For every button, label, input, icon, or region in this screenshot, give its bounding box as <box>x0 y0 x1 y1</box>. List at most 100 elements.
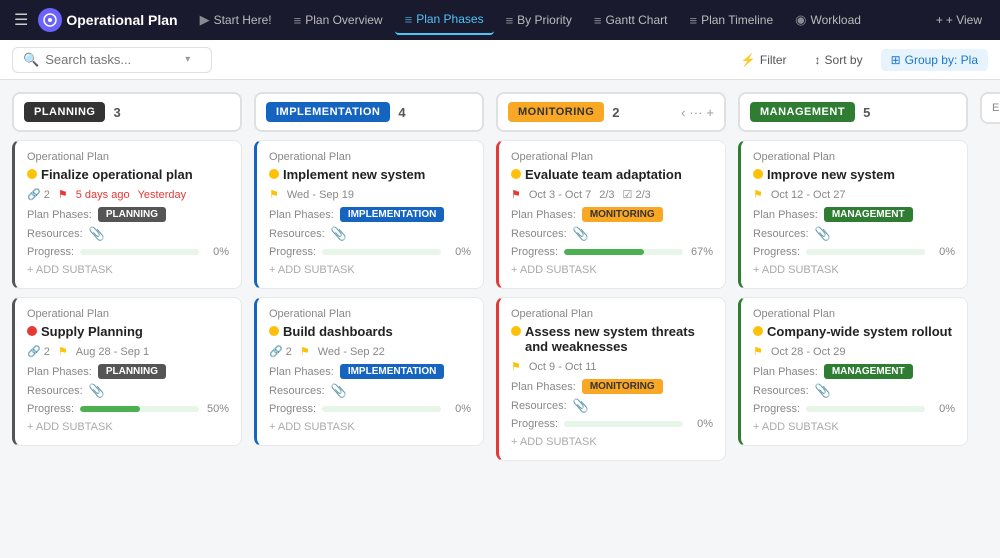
card-meta: ⚑ Oct 3 - Oct 7 2/3 ☑ 2/3 <box>511 188 713 201</box>
tab-gantt-chart[interactable]: ≡ Gantt Chart <box>584 7 678 34</box>
tab-plan-timeline[interactable]: ≡ Plan Timeline <box>679 7 783 34</box>
progress-bar-background <box>322 406 441 412</box>
card-parent-label: Operational Plan <box>269 308 471 320</box>
add-subtask-button[interactable]: + ADD SUBTASK <box>269 262 471 278</box>
column-management: MANAGEMENT5 Operational Plan Improve new… <box>738 92 968 546</box>
plan-phases-label: Plan Phases: <box>511 381 576 393</box>
task-card[interactable]: Operational Plan Implement new system ⚑ … <box>254 140 484 289</box>
ellipsis-icon[interactable]: ··· <box>689 105 702 120</box>
task-card[interactable]: Operational Plan Company-wide system rol… <box>738 297 968 446</box>
progress-label: Progress: <box>27 246 74 258</box>
progress-bar-background <box>564 249 683 255</box>
resources-label: Resources: <box>511 400 567 412</box>
task-card[interactable]: Operational Plan Supply Planning 🔗 2 ⚑ A… <box>12 297 242 446</box>
card-meta: 🔗 2 ⚑ Aug 28 - Sep 1 <box>27 345 229 358</box>
progress-bar-background <box>806 249 925 255</box>
status-dot <box>511 169 521 179</box>
progress-percent: 0% <box>689 418 713 430</box>
plan-phases-row: Plan Phases: IMPLEMENTATION <box>269 207 471 222</box>
resources-label: Resources: <box>27 385 83 397</box>
add-subtask-button[interactable]: + ADD SUBTASK <box>753 262 955 278</box>
prev-icon[interactable]: ‹ <box>681 105 685 120</box>
tab-plan-phases[interactable]: ≡ Plan Phases <box>395 6 494 35</box>
timeline-icon: ≡ <box>689 13 697 28</box>
add-subtask-button[interactable]: + ADD SUBTASK <box>27 262 229 278</box>
card-date: Oct 9 - Oct 11 <box>529 361 597 373</box>
sort-by-button[interactable]: ↕ Sort by <box>805 49 873 71</box>
task-card[interactable]: Operational Plan Assess new system threa… <box>496 297 726 461</box>
resource-attach-icon: 📎 <box>331 226 347 242</box>
card-parent-label: Operational Plan <box>27 151 229 163</box>
progress-bar-background <box>806 406 925 412</box>
progress-label: Progress: <box>511 246 558 258</box>
column-header-management: MANAGEMENT5 <box>738 92 968 132</box>
task-card[interactable]: Operational Plan Evaluate team adaptatio… <box>496 140 726 289</box>
progress-label: Progress: <box>269 246 316 258</box>
task-card[interactable]: Operational Plan Improve new system ⚑ Oc… <box>738 140 968 289</box>
card-title: Build dashboards <box>269 324 471 339</box>
add-subtask-button[interactable]: + ADD SUBTASK <box>27 419 229 435</box>
tab-plan-overview[interactable]: ≡ Plan Overview <box>284 7 393 34</box>
task-card[interactable]: Operational Plan Build dashboards 🔗 2 ⚑ … <box>254 297 484 446</box>
progress-bar-fill <box>80 406 139 412</box>
card-title: Evaluate team adaptation <box>511 167 713 182</box>
column-actions[interactable]: ‹ ··· + <box>681 105 714 120</box>
flag-icon: ⚑ <box>511 360 521 373</box>
progress-percent: 0% <box>205 246 229 258</box>
filter-button[interactable]: ⚡ Filter <box>731 49 797 71</box>
resources-row: Resources: 📎 <box>511 398 713 414</box>
resources-label: Resources: <box>753 385 809 397</box>
search-box[interactable]: 🔍 ▾ <box>12 47 212 73</box>
flag-icon: ⚑ <box>58 188 68 201</box>
search-input[interactable] <box>45 52 175 67</box>
progress-percent: 0% <box>447 403 471 415</box>
progress-percent: 67% <box>689 246 713 258</box>
resources-label: Resources: <box>511 228 567 240</box>
card-date-extra: 2/3 <box>599 189 614 201</box>
status-dot <box>27 326 37 336</box>
subtask-count: 🔗 2 <box>27 188 50 201</box>
column-count: 3 <box>113 105 120 120</box>
plan-phases-row: Plan Phases: PLANNING <box>27 207 229 222</box>
progress-row: Progress: 0% <box>269 403 471 415</box>
card-meta: ⚑ Wed - Sep 19 <box>269 188 471 201</box>
tab-start-here[interactable]: ▶ Start Here! <box>190 6 282 34</box>
card-parent-label: Operational Plan <box>511 151 713 163</box>
flag-icon: ⚑ <box>58 345 68 358</box>
resource-attach-icon: 📎 <box>815 226 831 242</box>
tab-by-priority[interactable]: ≡ By Priority <box>496 7 582 34</box>
add-subtask-button[interactable]: + ADD SUBTASK <box>269 419 471 435</box>
tab-workload[interactable]: ◉ Workload <box>785 6 871 34</box>
subtask-count: 🔗 2 <box>269 345 292 358</box>
plan-phases-row: Plan Phases: MONITORING <box>511 379 713 394</box>
resource-attach-icon: 📎 <box>573 226 589 242</box>
plan-overview-icon: ≡ <box>294 13 302 28</box>
card-meta: 🔗 2 ⚑ 5 days ago Yesterday <box>27 188 229 201</box>
add-column-icon[interactable]: + <box>706 105 714 120</box>
column-badge: IMPLEMENTATION <box>266 102 390 122</box>
progress-row: Progress: 67% <box>511 246 713 258</box>
status-dot <box>27 169 37 179</box>
card-meta: 🔗 2 ⚑ Wed - Sep 22 <box>269 345 471 358</box>
column-implementation: IMPLEMENTATION4 Operational Plan Impleme… <box>254 92 484 546</box>
column-badge: MONITORING <box>508 102 604 122</box>
card-parent-label: Operational Plan <box>511 308 713 320</box>
sort-icon: ↕ <box>815 53 821 67</box>
progress-percent: 0% <box>931 403 955 415</box>
add-subtask-button[interactable]: + ADD SUBTASK <box>511 262 713 278</box>
card-parent-label: Operational Plan <box>753 151 955 163</box>
plan-phases-label: Plan Phases: <box>511 209 576 221</box>
hamburger-icon[interactable]: ☰ <box>8 6 34 34</box>
group-by-button[interactable]: ⊞ Group by: Pla <box>881 49 988 71</box>
task-card[interactable]: Operational Plan Finalize operational pl… <box>12 140 242 289</box>
column-planning: PLANNING3 Operational Plan Finalize oper… <box>12 92 242 546</box>
add-view-button[interactable]: + + View <box>926 9 992 31</box>
resources-row: Resources: 📎 <box>753 383 955 399</box>
add-subtask-button[interactable]: + ADD SUBTASK <box>511 434 713 450</box>
phase-badge: MANAGEMENT <box>824 207 913 222</box>
card-date: Oct 3 - Oct 7 <box>529 189 591 201</box>
card-meta: ⚑ Oct 28 - Oct 29 <box>753 345 955 358</box>
column-header-implementation: IMPLEMENTATION4 <box>254 92 484 132</box>
plus-icon: + <box>936 13 943 27</box>
add-subtask-button[interactable]: + ADD SUBTASK <box>753 419 955 435</box>
